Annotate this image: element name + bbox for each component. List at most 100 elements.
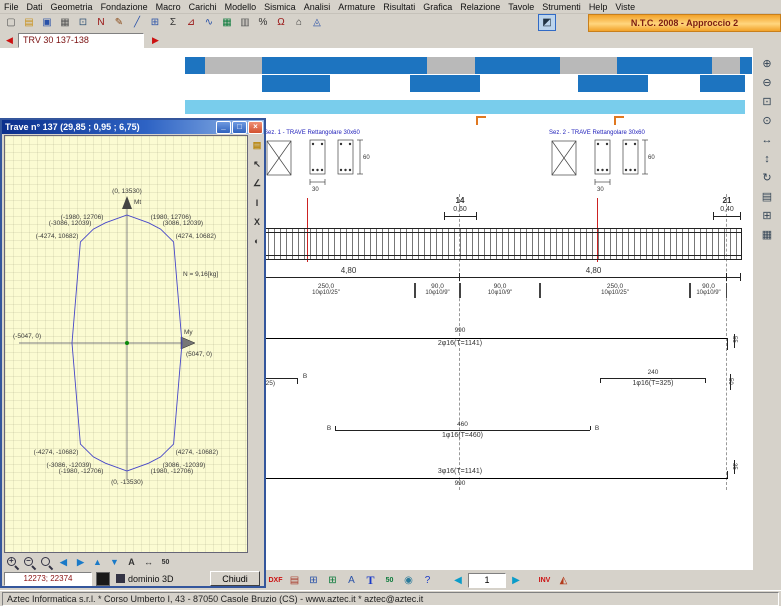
- stirrup-zone-length: 250,0: [541, 283, 689, 290]
- zoom-in-icon[interactable]: ⊕: [757, 55, 777, 72]
- menu-risultati[interactable]: Risultati: [379, 2, 419, 12]
- invert-icon[interactable]: INV: [536, 572, 553, 588]
- export-image-icon[interactable]: ▤: [286, 572, 303, 588]
- sum-icon[interactable]: Σ: [165, 15, 181, 30]
- save-icon[interactable]: ▣: [39, 15, 55, 30]
- cursor-icon[interactable]: I: [250, 195, 265, 210]
- current-element-box[interactable]: TRV 30 137-138: [18, 33, 144, 48]
- redraw-icon[interactable]: ↻: [757, 169, 777, 186]
- wave-icon[interactable]: ∿: [201, 15, 217, 30]
- domain-label: (5047, 0): [186, 351, 212, 358]
- pan-v-icon[interactable]: ↕: [757, 150, 777, 167]
- help-icon[interactable]: ?: [419, 572, 436, 588]
- layers-icon[interactable]: ▤: [757, 188, 777, 205]
- maximize-button[interactable]: □: [232, 121, 247, 134]
- pan-up-icon[interactable]: ▲: [89, 555, 106, 570]
- moment-envelope-top-segment: [205, 57, 262, 74]
- prev-element-button[interactable]: ◀: [3, 34, 16, 47]
- scale-50-icon[interactable]: 50: [381, 572, 398, 588]
- bar-label: 1φ16(T=325): [600, 380, 706, 387]
- next-element-button[interactable]: ▶: [149, 34, 162, 47]
- menu-strumenti[interactable]: Strumenti: [538, 2, 585, 12]
- zoom-in-icon[interactable]: +: [4, 555, 21, 570]
- pencil-icon[interactable]: ✎: [111, 15, 127, 30]
- edit-table-icon[interactable]: ⊞: [324, 572, 341, 588]
- page-next-button[interactable]: ▶: [509, 575, 523, 586]
- copy-icon[interactable]: ▥: [237, 15, 253, 30]
- pan-down-icon[interactable]: ▼: [106, 555, 123, 570]
- menu-macro[interactable]: Macro: [152, 2, 185, 12]
- menu-bar: FileDatiGeometriaFondazioneMacroCarichiM…: [0, 0, 781, 14]
- open-icon[interactable]: ▤: [21, 15, 37, 30]
- menu-geometria[interactable]: Geometria: [47, 2, 97, 12]
- menu-grafica[interactable]: Grafica: [419, 2, 456, 12]
- new-icon[interactable]: ▢: [3, 15, 19, 30]
- pan-left-icon[interactable]: ◀: [55, 555, 72, 570]
- grid-icon[interactable]: ▦: [219, 15, 235, 30]
- stirrup-zone: 90,010φ10/9": [460, 283, 540, 298]
- span-length: 4,80: [460, 266, 727, 275]
- percent-icon[interactable]: %: [255, 15, 271, 30]
- page-number-box[interactable]: 1: [468, 573, 506, 588]
- home-icon[interactable]: ⌂: [291, 15, 307, 30]
- zoom-out-icon[interactable]: −: [21, 555, 38, 570]
- menu-modello[interactable]: Modello: [221, 2, 261, 12]
- globe-icon[interactable]: ◉: [400, 572, 417, 588]
- section-icon[interactable]: ⊿: [183, 15, 199, 30]
- annotate-icon[interactable]: A: [123, 555, 140, 570]
- font-icon[interactable]: A: [343, 572, 360, 588]
- print-icon[interactable]: ▦: [57, 15, 73, 30]
- view-icon[interactable]: ◐: [250, 233, 265, 248]
- magnifier-icon: [40, 556, 53, 569]
- grid-icon[interactable]: ⊞: [757, 207, 777, 224]
- preview-icon[interactable]: ⊡: [75, 15, 91, 30]
- options-icon[interactable]: ▤: [250, 138, 265, 153]
- zoom-extents-icon[interactable]: [38, 555, 55, 570]
- menu-dati[interactable]: Dati: [23, 2, 47, 12]
- pyramid-icon[interactable]: ◭: [555, 572, 572, 588]
- zoom-window-icon[interactable]: ⊡: [757, 93, 777, 110]
- pan-h-icon[interactable]: ↔: [757, 131, 777, 148]
- table-icon[interactable]: ⊞: [305, 572, 322, 588]
- measure-icon[interactable]: ∠: [250, 176, 265, 191]
- menu-viste[interactable]: Viste: [611, 2, 639, 12]
- menu-carichi[interactable]: Carichi: [185, 2, 221, 12]
- zoom-out-icon[interactable]: ⊖: [757, 74, 777, 91]
- menu-file[interactable]: File: [0, 2, 23, 12]
- domain-label: (0, -13530): [111, 479, 143, 486]
- extents-icon[interactable]: ↔: [140, 555, 157, 570]
- minimize-button[interactable]: _: [216, 121, 231, 134]
- page-prev-button[interactable]: ◀: [451, 575, 465, 586]
- menu-armature[interactable]: Armature: [334, 2, 379, 12]
- text-tool-icon[interactable]: T: [362, 572, 379, 588]
- moment-envelope-top-segment: [560, 57, 617, 74]
- export-dxf-icon[interactable]: DXF: [267, 572, 284, 588]
- print-view-icon[interactable]: ▦: [757, 226, 777, 243]
- scale-50-icon[interactable]: 50: [157, 555, 174, 570]
- layers-icon[interactable]: ◬: [309, 15, 325, 30]
- status-bar: Aztec Informatica s.r.l. * Corso Umberto…: [0, 590, 781, 606]
- close-icon[interactable]: ×: [248, 121, 263, 134]
- menu-sismica[interactable]: Sismica: [260, 2, 300, 12]
- interaction-domain-diagram[interactable]: MtMyN = 9,16[kg](0, 13530)(1980, 12706)(…: [4, 135, 248, 553]
- omega-icon[interactable]: Ω: [273, 15, 289, 30]
- menu-fondazione[interactable]: Fondazione: [97, 2, 152, 12]
- norm-icon[interactable]: N: [93, 15, 109, 30]
- domain-label: N = 9,16[kg]: [183, 271, 218, 278]
- bottom-toolbar: DXF▤⊞⊞AT50◉? ◀ 1 ▶ INV◭: [266, 570, 781, 590]
- zoom-extents-icon[interactable]: ⊙: [757, 112, 777, 129]
- menu-relazione[interactable]: Relazione: [456, 2, 504, 12]
- palette-titlebar[interactable]: Trave n° 137 (29,85 ; 0,95 ; 6,75) _ □ ×: [2, 120, 264, 134]
- domain-label: (4274, -10682): [176, 449, 219, 456]
- menu-help[interactable]: Help: [585, 2, 612, 12]
- domain-view-icon[interactable]: ◩: [538, 14, 556, 31]
- menu-tavole[interactable]: Tavole: [504, 2, 538, 12]
- pan-right-icon[interactable]: ▶: [72, 555, 89, 570]
- pointer-icon[interactable]: ↖: [250, 157, 265, 172]
- close-button[interactable]: Chiudi: [210, 571, 260, 586]
- menu-analisi[interactable]: Analisi: [300, 2, 335, 12]
- color-swatch-button[interactable]: [96, 572, 110, 586]
- delete-icon[interactable]: X: [250, 214, 265, 229]
- table-icon[interactable]: ⊞: [147, 15, 163, 30]
- brush-icon[interactable]: ╱: [129, 15, 145, 30]
